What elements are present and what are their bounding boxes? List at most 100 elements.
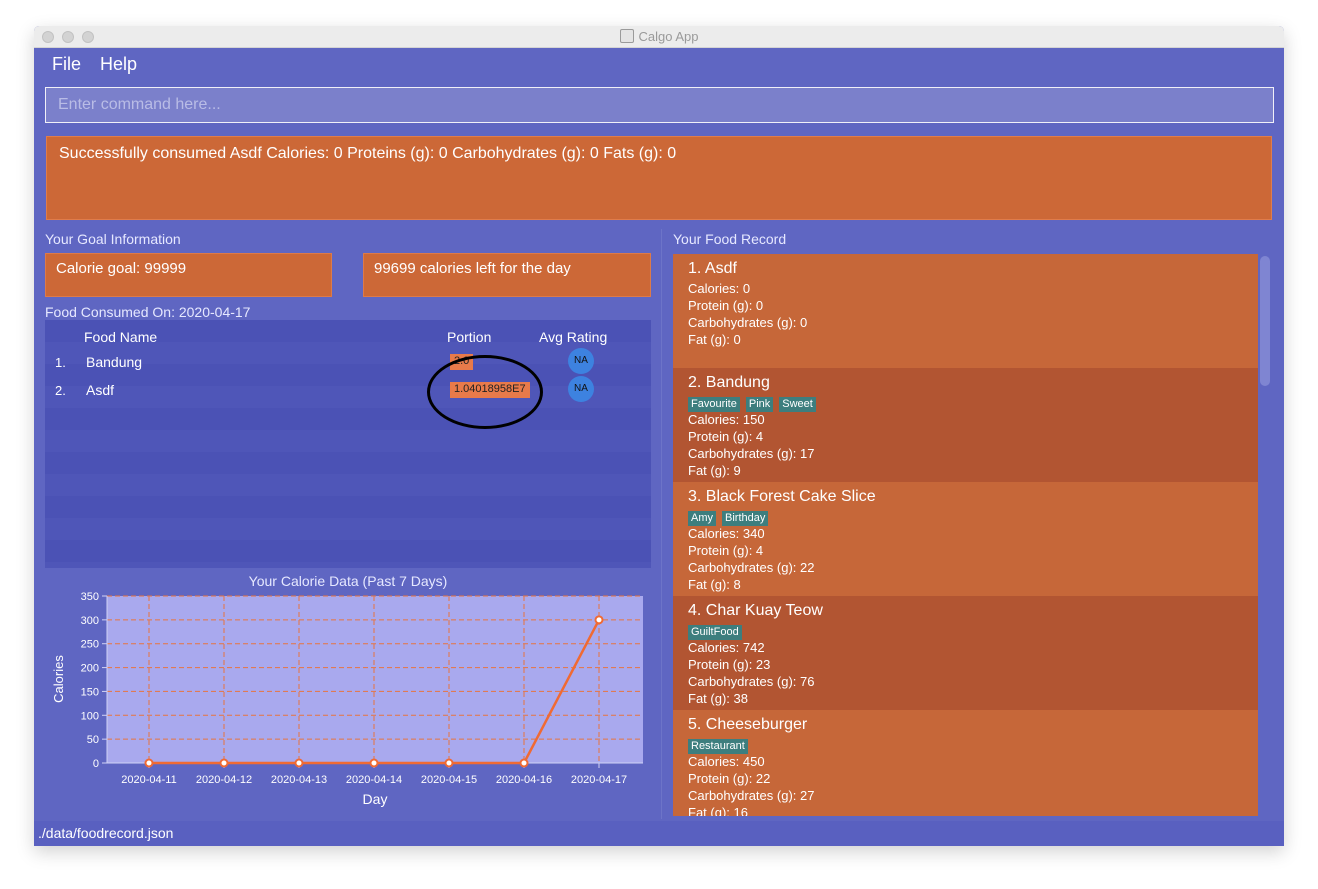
consumed-section-label: Food Consumed On: 2020-04-17 bbox=[45, 304, 251, 320]
x-tick-label: 2020-04-12 bbox=[196, 774, 252, 786]
record-protein: Protein (g): 23 bbox=[688, 657, 771, 672]
menu-file[interactable]: File bbox=[52, 54, 81, 75]
row-index: 1. bbox=[55, 355, 66, 370]
highlight-circle-annotation bbox=[427, 355, 543, 429]
y-tick-label: 200 bbox=[81, 663, 99, 675]
window-title: Calgo App bbox=[638, 29, 699, 44]
y-tick-label: 100 bbox=[81, 710, 99, 722]
record-calories: Calories: 340 bbox=[688, 526, 765, 541]
y-tick-label: 50 bbox=[87, 734, 99, 746]
record-scrollbar[interactable] bbox=[1260, 256, 1270, 386]
data-point bbox=[219, 758, 229, 768]
record-calories: Calories: 450 bbox=[688, 754, 765, 769]
row-food-name: Bandung bbox=[86, 354, 143, 370]
tag: Pink bbox=[745, 397, 774, 412]
record-protein: Protein (g): 22 bbox=[688, 771, 771, 786]
x-tick-label: 2020-04-11 bbox=[121, 774, 176, 786]
y-axis-label: Calories bbox=[51, 655, 66, 703]
record-title: 1. Asdf bbox=[688, 260, 737, 277]
header-food-name: Food Name bbox=[84, 329, 158, 345]
rating-badge: NA bbox=[568, 348, 594, 374]
chart-title: Your Calorie Data (Past 7 Days) bbox=[249, 573, 448, 589]
x-tick-label: 2020-04-16 bbox=[496, 774, 552, 786]
record-calories: Calories: 150 bbox=[688, 412, 765, 427]
tag: Favourite bbox=[688, 397, 740, 412]
data-point bbox=[369, 758, 379, 768]
y-tick-label: 300 bbox=[81, 615, 99, 627]
y-tick-label: 0 bbox=[93, 758, 99, 770]
x-tick-label: 2020-04-14 bbox=[346, 774, 402, 786]
data-point bbox=[144, 758, 154, 768]
record-title: 3. Black Forest Cake Slice bbox=[688, 488, 876, 505]
record-protein: Protein (g): 0 bbox=[688, 298, 764, 313]
list-item[interactable]: 1. Asdf Calories: 0 Protein (g): 0 Carbo… bbox=[673, 254, 1258, 368]
record-calories: Calories: 0 bbox=[688, 281, 751, 296]
row-food-name: Asdf bbox=[86, 382, 115, 398]
y-tick-label: 150 bbox=[81, 686, 99, 698]
tag-list: Amy Birthday bbox=[688, 508, 1258, 526]
list-item[interactable]: 2. Bandung Favourite Pink Sweet Calories: … bbox=[673, 368, 1258, 482]
x-axis-label: Day bbox=[363, 791, 388, 807]
calorie-chart: Your Calorie Data (Past 7 Days) 0 50 100 15… bbox=[45, 572, 651, 816]
data-point bbox=[294, 758, 304, 768]
data-point bbox=[519, 758, 529, 768]
goal-section-label: Your Goal Information bbox=[45, 231, 181, 247]
record-protein: Protein (g): 4 bbox=[688, 429, 764, 444]
record-fat: Fat (g): 16 bbox=[688, 805, 748, 816]
y-tick-label: 250 bbox=[81, 639, 99, 651]
menu-help[interactable]: Help bbox=[100, 54, 137, 75]
panel-divider[interactable] bbox=[661, 229, 662, 819]
record-fat: Fat (g): 9 bbox=[688, 463, 741, 478]
tag: Amy bbox=[688, 511, 716, 526]
x-tick-label: 2020-04-13 bbox=[271, 774, 327, 786]
window-title-wrap: Calgo App bbox=[34, 29, 1284, 44]
app-icon bbox=[619, 29, 634, 43]
record-carbs: Carbohydrates (g): 0 bbox=[688, 315, 808, 330]
tag-list: Restaurant bbox=[688, 736, 1258, 754]
list-item[interactable]: 3. Black Forest Cake Slice Amy Birthday C… bbox=[673, 482, 1258, 596]
calorie-chart-svg: Your Calorie Data (Past 7 Days) 0 50 100 15… bbox=[51, 573, 643, 807]
record-fat: Fat (g): 38 bbox=[688, 691, 748, 706]
x-tick-label: 2020-04-17 bbox=[571, 774, 627, 786]
record-carbs: Carbohydrates (g): 17 bbox=[688, 446, 815, 461]
list-item[interactable]: 5. Cheeseburger Restaurant Calories: 450… bbox=[673, 710, 1258, 816]
result-display: Successfully consumed Asdf Calories: 0 P… bbox=[46, 136, 1272, 220]
command-box bbox=[45, 87, 1274, 123]
title-bar: Calgo App bbox=[34, 26, 1284, 48]
record-fat: Fat (g): 0 bbox=[688, 332, 741, 347]
record-calories: Calories: 742 bbox=[688, 640, 765, 655]
tag: GuiltFood bbox=[688, 625, 742, 640]
tag: Restaurant bbox=[688, 739, 748, 754]
record-title: 4. Char Kuay Teow bbox=[688, 602, 823, 619]
tag-list: GuiltFood bbox=[688, 622, 1258, 640]
app-window: Calgo App File Help Successfully consume… bbox=[34, 26, 1284, 846]
list-item[interactable]: 4. Char Kuay Teow GuiltFood Calories: 74… bbox=[673, 596, 1258, 710]
y-axis-ticks: 0 50 100 150 200 250 300 350 bbox=[81, 591, 107, 770]
record-section-label: Your Food Record bbox=[673, 231, 787, 247]
data-point bbox=[594, 615, 604, 625]
x-tick-label: 2020-04-15 bbox=[421, 774, 477, 786]
header-avg-rating: Avg Rating bbox=[539, 329, 608, 345]
tag-list: Favourite Pink Sweet bbox=[688, 394, 1258, 412]
record-title: 2. Bandung bbox=[688, 374, 770, 391]
calorie-goal-box: Calorie goal: 99999 bbox=[45, 253, 332, 297]
food-record-list: 1. Asdf Calories: 0 Protein (g): 0 Carbo… bbox=[673, 254, 1258, 816]
record-protein: Protein (g): 4 bbox=[688, 543, 764, 558]
data-point bbox=[444, 758, 454, 768]
plot-area bbox=[107, 596, 643, 763]
rating-badge: NA bbox=[568, 376, 594, 402]
row-index: 2. bbox=[55, 383, 66, 398]
tag: Birthday bbox=[722, 511, 769, 526]
calories-left-box: 99699 calories left for the day bbox=[363, 253, 651, 297]
y-tick-label: 350 bbox=[81, 591, 99, 603]
consumed-table: Food Name Portion Avg Rating 1. Bandung … bbox=[45, 320, 651, 568]
record-carbs: Carbohydrates (g): 22 bbox=[688, 560, 815, 575]
header-portion: Portion bbox=[447, 329, 492, 345]
tag: Sweet bbox=[779, 397, 816, 412]
record-title: 5. Cheeseburger bbox=[688, 716, 808, 733]
status-bar-path: ./data/foodrecord.json bbox=[34, 821, 1284, 846]
record-carbs: Carbohydrates (g): 27 bbox=[688, 788, 815, 803]
record-carbs: Carbohydrates (g): 76 bbox=[688, 674, 815, 689]
record-fat: Fat (g): 8 bbox=[688, 577, 741, 592]
command-input[interactable] bbox=[46, 88, 1273, 122]
